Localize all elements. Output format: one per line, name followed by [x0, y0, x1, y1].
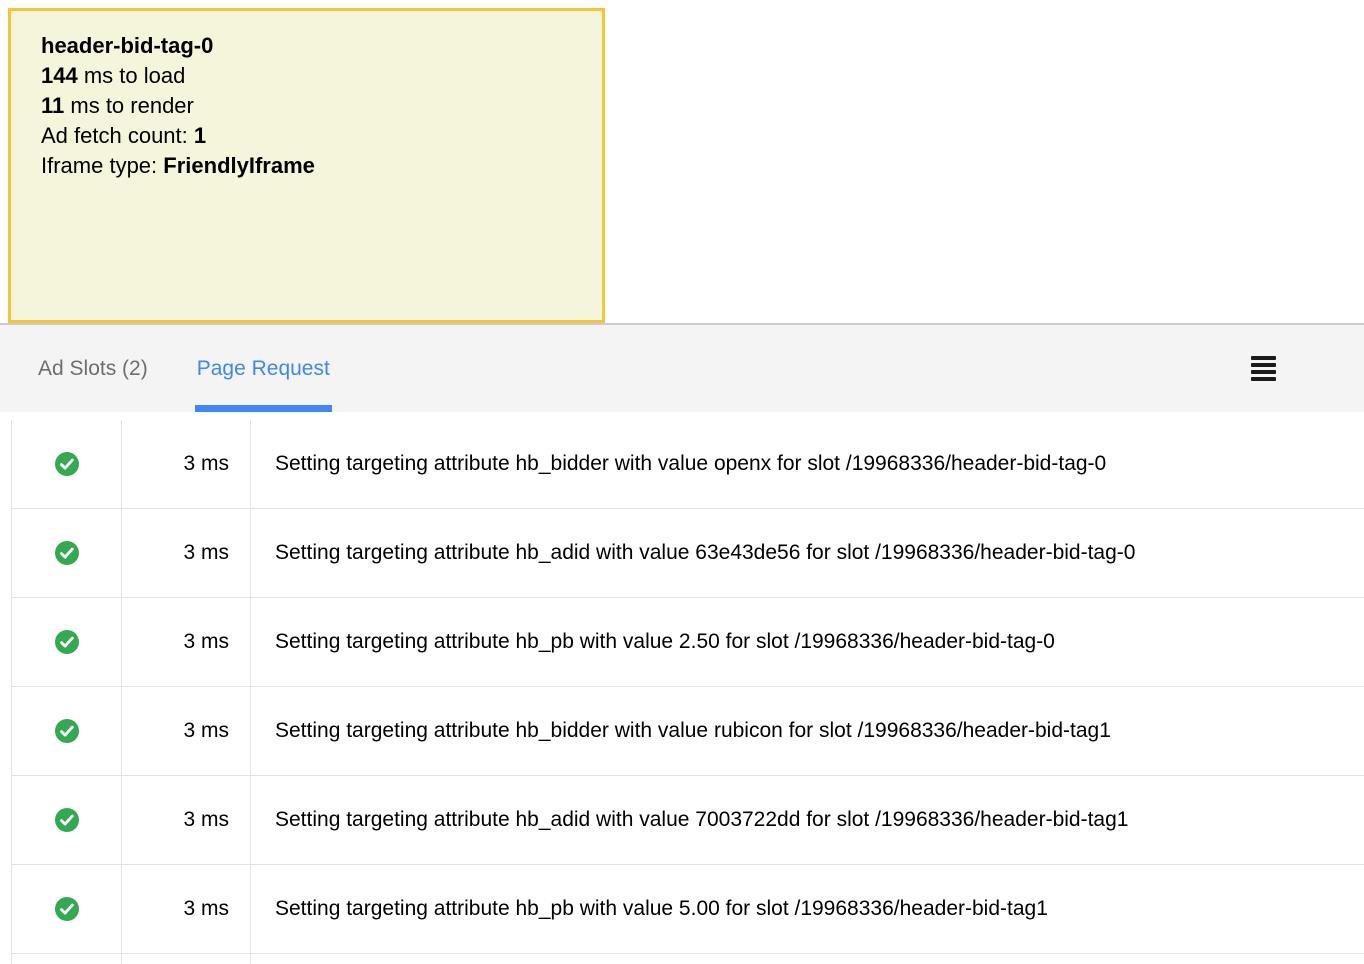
check-circle-icon [55, 897, 79, 921]
slot-overlay-panel: header-bid-tag-0 144 ms to load 11 ms to… [8, 8, 605, 323]
console-tabbar: Ad Slots (2) Page Request [0, 323, 1364, 412]
check-circle-icon [55, 630, 79, 654]
log-row-partial [12, 954, 1364, 964]
log-row-status-cell [12, 420, 122, 508]
render-ms-suffix: ms to render [64, 93, 194, 118]
log-row-message: Setting targeting attribute hb_adid with… [251, 776, 1364, 864]
log-row-time: 3 ms [122, 776, 251, 864]
iframe-type-label: Iframe type: [41, 153, 163, 178]
log-row-message: Setting targeting attribute hb_bidder wi… [251, 420, 1364, 508]
log-row-message [251, 954, 1364, 964]
log-row-time: 3 ms [122, 420, 251, 508]
log-row: 3 ms Setting targeting attribute hb_bidd… [12, 420, 1364, 509]
tab-page-request-label: Page Request [197, 357, 330, 381]
log-row-message: Setting targeting attribute hb_bidder wi… [251, 687, 1364, 775]
log-row-time: 3 ms [122, 509, 251, 597]
iframe-type-value: FriendlyIframe [163, 153, 315, 178]
log-menu-button[interactable] [1247, 352, 1280, 385]
check-circle-icon [55, 808, 79, 832]
load-time-line: 144 ms to load [41, 61, 572, 91]
render-time-line: 11 ms to render [41, 91, 572, 121]
ad-fetch-count-value: 1 [194, 123, 206, 148]
log-row-status-cell [12, 687, 122, 775]
log-row-time: 3 ms [122, 865, 251, 953]
iframe-type-line: Iframe type: FriendlyIframe [41, 151, 572, 181]
check-circle-icon [55, 719, 79, 743]
log-row-message: Setting targeting attribute hb_adid with… [251, 509, 1364, 597]
log-row: 3 ms Setting targeting attribute hb_pb w… [12, 865, 1364, 954]
check-circle-icon [55, 452, 79, 476]
log-row-message: Setting targeting attribute hb_pb with v… [251, 598, 1364, 686]
log-row-status-cell [12, 509, 122, 597]
active-tab-underline [195, 405, 332, 412]
page-request-log: 3 ms Setting targeting attribute hb_bidd… [11, 420, 1364, 964]
tab-ad-slots[interactable]: Ad Slots (2) [38, 325, 148, 412]
log-row-status-cell [12, 954, 122, 964]
slot-title: header-bid-tag-0 [41, 31, 572, 61]
log-row-status-cell [12, 776, 122, 864]
check-circle-icon [55, 541, 79, 565]
log-row: 3 ms Setting targeting attribute hb_adid… [12, 509, 1364, 598]
log-row-message: Setting targeting attribute hb_pb with v… [251, 865, 1364, 953]
tab-page-request[interactable]: Page Request [195, 325, 332, 412]
log-row-time: 3 ms [122, 687, 251, 775]
ad-fetch-count-line: Ad fetch count: 1 [41, 121, 572, 151]
load-ms-suffix: ms to load [78, 63, 186, 88]
ad-fetch-count-label: Ad fetch count: [41, 123, 194, 148]
log-row-time [122, 954, 251, 964]
log-row: 3 ms Setting targeting attribute hb_pb w… [12, 598, 1364, 687]
log-row-time: 3 ms [122, 598, 251, 686]
log-row-status-cell [12, 598, 122, 686]
load-ms-value: 144 [41, 63, 78, 88]
render-ms-value: 11 [41, 93, 64, 118]
log-row: 3 ms Setting targeting attribute hb_adid… [12, 776, 1364, 865]
log-row: 3 ms Setting targeting attribute hb_bidd… [12, 687, 1364, 776]
log-row-status-cell [12, 865, 122, 953]
hamburger-menu-icon [1251, 356, 1276, 381]
